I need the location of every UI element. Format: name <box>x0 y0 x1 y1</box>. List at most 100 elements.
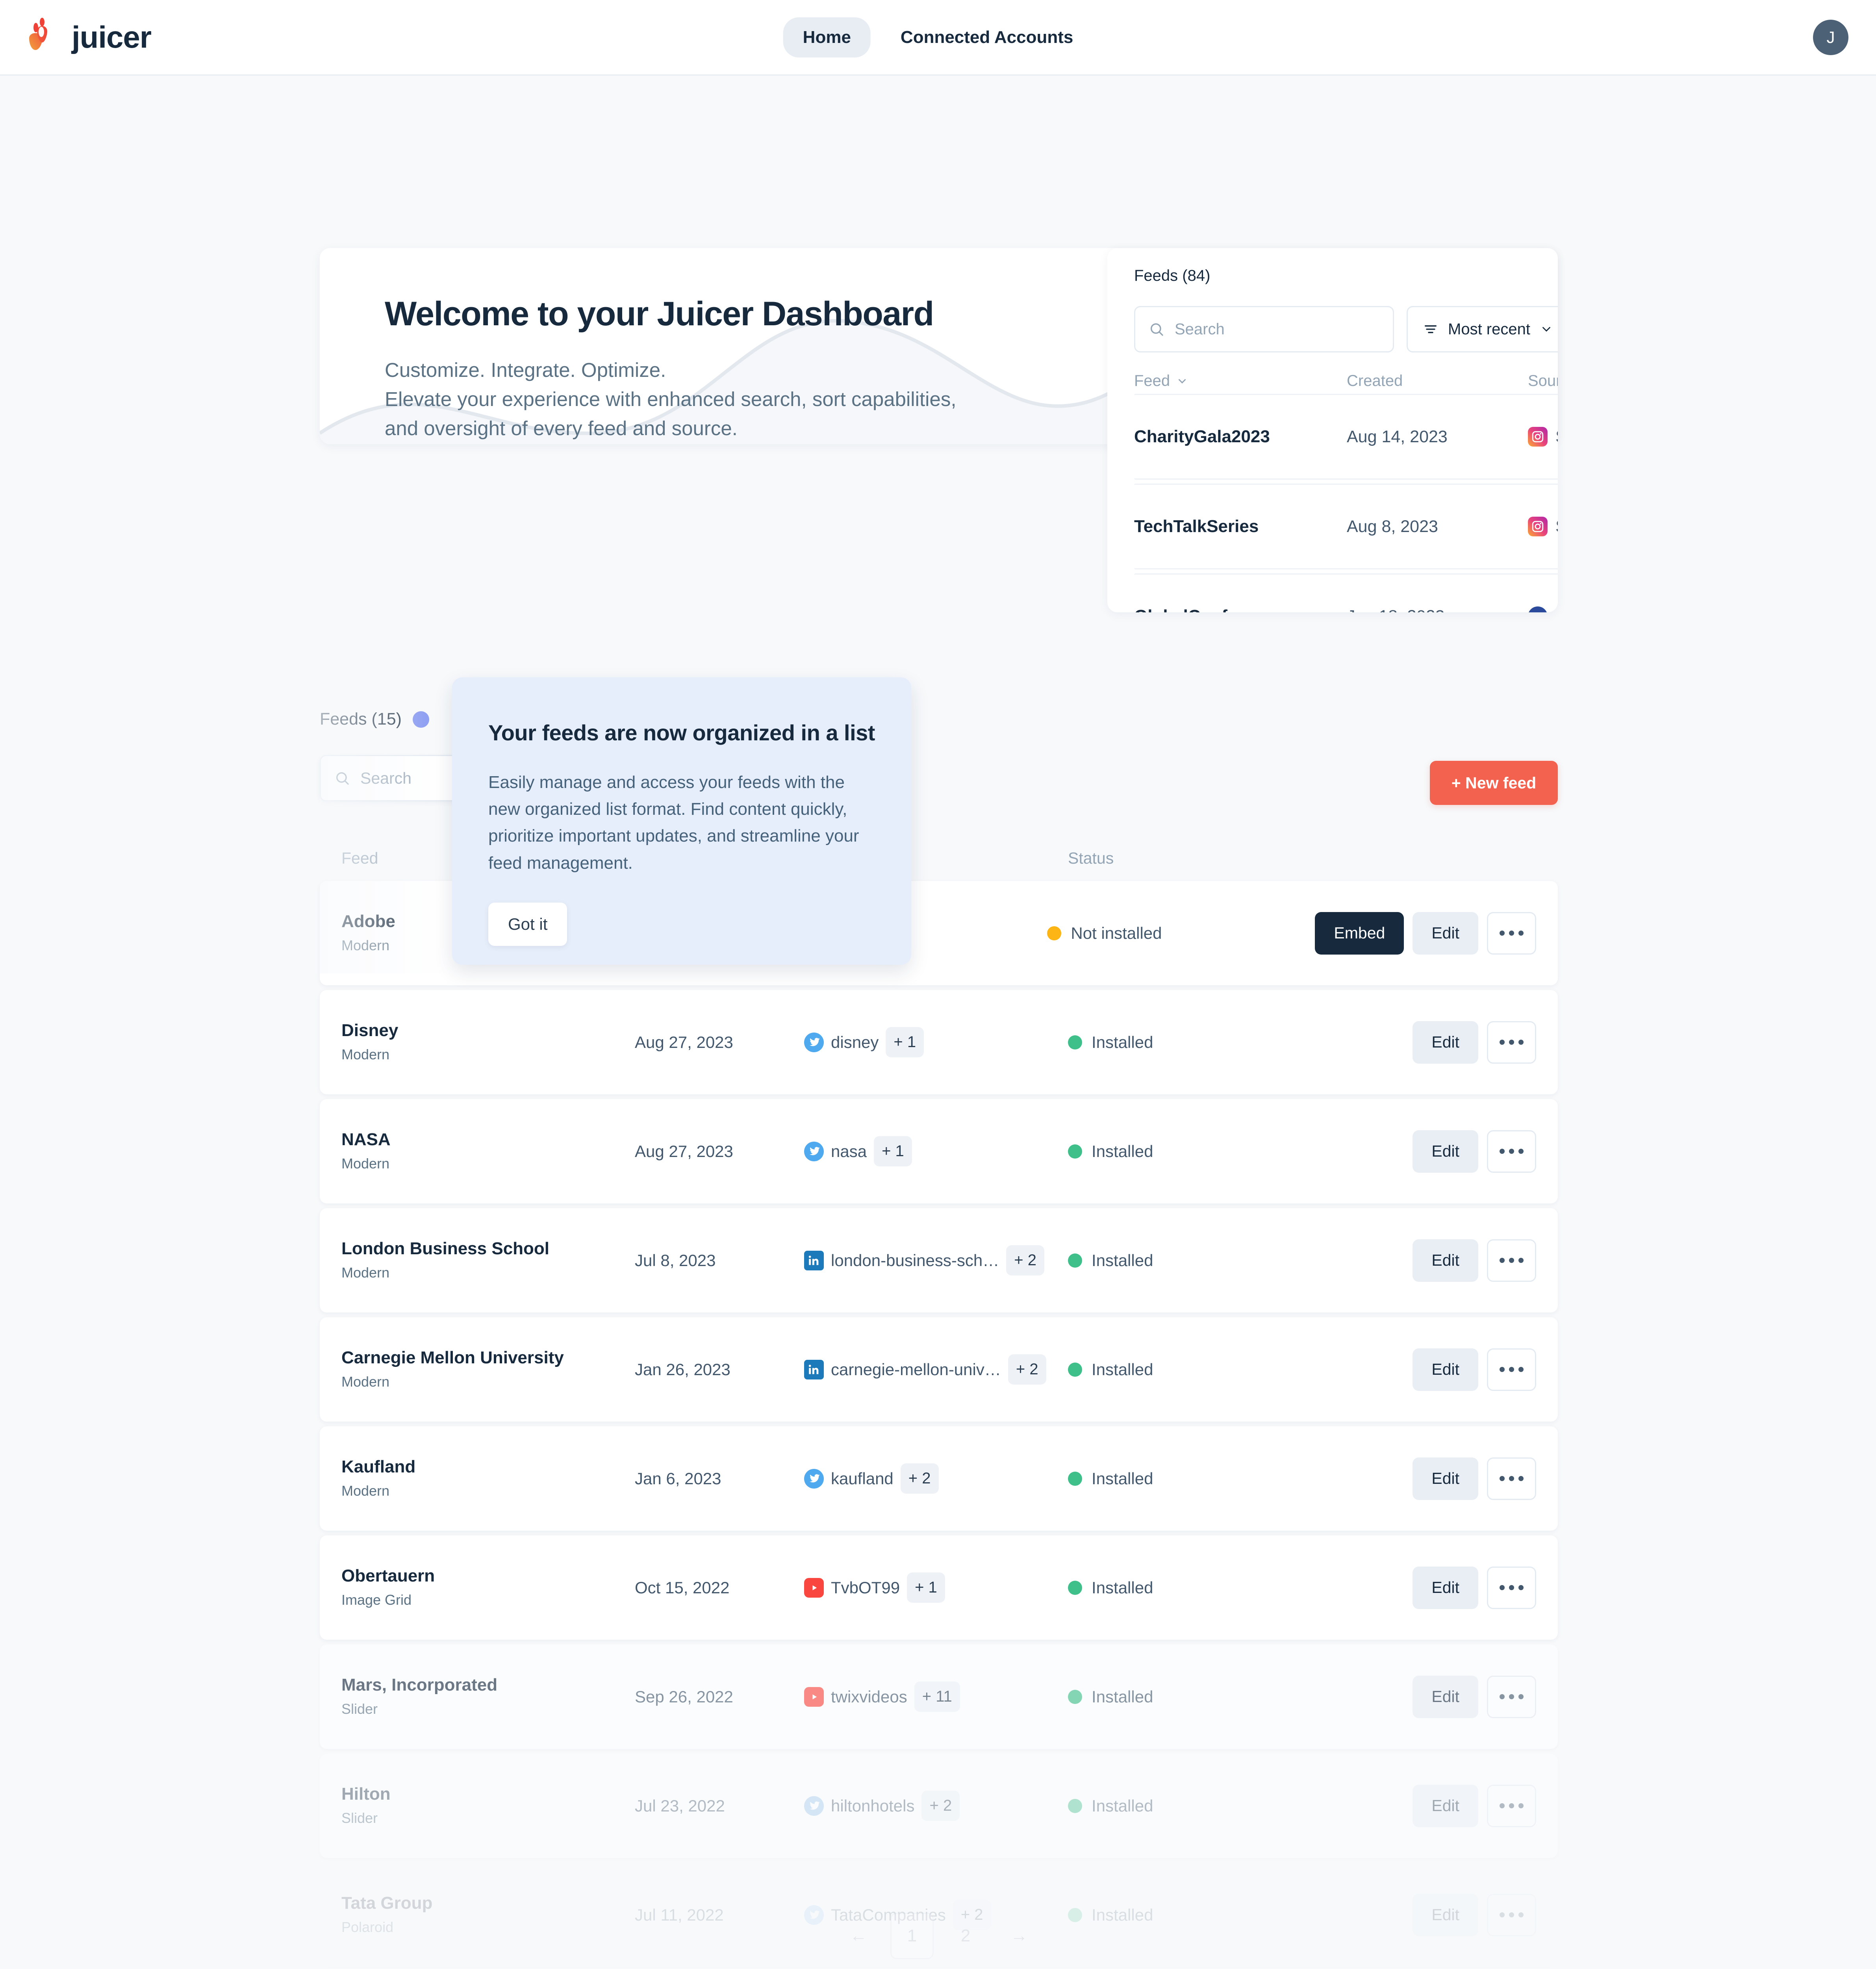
edit-button[interactable]: Edit <box>1413 1675 1478 1718</box>
more-options-button[interactable] <box>1487 1021 1536 1064</box>
pagination-page-2[interactable]: 2 <box>944 1913 987 1959</box>
source-overflow-badge[interactable]: + 2 <box>900 1463 939 1494</box>
pagination-prev-button[interactable]: ← <box>837 1913 880 1959</box>
feeds-preview-table-header: Feed Created Source <box>1134 372 1558 390</box>
nav-item-home[interactable]: Home <box>783 17 871 57</box>
feed-type: Modern <box>341 1155 390 1172</box>
source-overflow-badge[interactable]: + 1 <box>886 1027 924 1057</box>
table-row[interactable]: London Business School Modern Jul 8, 2023 l… <box>320 1208 1558 1313</box>
feeds-preview-row[interactable]: GlobalConferences Jun 18, 2023 S <box>1134 573 1558 612</box>
status-badge: Installed <box>1068 1142 1344 1161</box>
instagram-icon <box>1528 427 1548 447</box>
youtube-icon <box>804 1687 824 1707</box>
status-label: Not installed <box>1071 923 1162 942</box>
source-overflow-badge[interactable]: + 1 <box>874 1136 912 1166</box>
cell-created: Sep 26, 2022 <box>635 1687 733 1706</box>
edit-button[interactable]: Edit <box>1413 1457 1478 1500</box>
feeds-table-body: Adobe Modern Not installed Embed Edit Disney M… <box>320 881 1558 1967</box>
more-options-button[interactable] <box>1487 1457 1536 1500</box>
feeds-preview-row-source-name: S <box>1555 427 1558 447</box>
edit-button[interactable]: Edit <box>1413 1021 1478 1064</box>
feeds-preview-col-feed-label: Feed <box>1134 372 1170 389</box>
feeds-preview-col-feed[interactable]: Feed <box>1134 372 1347 390</box>
feeds-preview-panel: Feeds (84) Search Most recent Feed Creat… <box>1107 248 1558 612</box>
more-options-button[interactable] <box>1487 1348 1536 1391</box>
status-dot-icon <box>1068 1798 1082 1813</box>
more-options-button[interactable] <box>1487 1675 1536 1718</box>
feed-name: Mars, Incorporated <box>341 1675 498 1695</box>
popover-title: Your feeds are now organized in a list <box>488 720 875 745</box>
feeds-preview-row-created: Aug 14, 2023 <box>1347 427 1448 446</box>
chevron-down-icon <box>1542 327 1550 332</box>
edit-button[interactable]: Edit <box>1413 1566 1478 1609</box>
table-row[interactable]: Kaufland Modern Jan 6, 2023 kaufland + 2 Inst… <box>320 1426 1558 1531</box>
status-dot-icon <box>1068 1689 1082 1704</box>
source-overflow-badge[interactable]: + 2 <box>921 1791 960 1821</box>
twitter-icon <box>804 1468 824 1489</box>
embed-button[interactable]: Embed <box>1315 912 1404 955</box>
edit-button[interactable]: Edit <box>1413 1784 1478 1827</box>
cell-status: Not installed <box>1047 924 1315 943</box>
source-overflow-badge[interactable]: + 2 <box>1008 1354 1046 1385</box>
avatar[interactable]: J <box>1813 19 1848 55</box>
source-handle: kaufland <box>831 1469 894 1488</box>
table-row[interactable]: Carnegie Mellon University Modern Jan 26, … <box>320 1317 1558 1422</box>
twitter-icon <box>804 1796 824 1816</box>
cell-actions: Edit <box>1344 1239 1536 1282</box>
table-row[interactable]: Mars, Incorporated Slider Sep 26, 2022 twix… <box>320 1645 1558 1749</box>
status-badge: Installed <box>1068 1469 1344 1488</box>
new-feed-button[interactable]: + New feed <box>1430 761 1558 805</box>
edit-button[interactable]: Edit <box>1413 912 1478 955</box>
cell-status: Installed <box>1068 1142 1344 1161</box>
source-overflow-badge[interactable]: + 11 <box>914 1682 960 1712</box>
edit-button[interactable]: Edit <box>1413 1239 1478 1282</box>
cell-source: nasa + 1 <box>804 1136 1068 1166</box>
more-options-button[interactable] <box>1487 1130 1536 1173</box>
cell-source: kaufland + 2 <box>804 1463 1068 1494</box>
feeds-preview-search-input[interactable]: Search <box>1134 306 1394 352</box>
pagination-page-1[interactable]: 1 <box>890 1913 934 1959</box>
cell-source: twixvideos + 11 <box>804 1682 1068 1712</box>
cell-actions: Edit <box>1344 1457 1536 1500</box>
cell-actions: Embed Edit <box>1315 912 1536 955</box>
table-row[interactable]: Hilton Slider Jul 23, 2022 hiltonhotels + 2 I… <box>320 1754 1558 1858</box>
cell-status: Installed <box>1068 1251 1344 1270</box>
feeds-preview-row-name: GlobalConferences <box>1134 606 1347 612</box>
pagination-next-button[interactable]: → <box>997 1913 1041 1959</box>
edit-button[interactable]: Edit <box>1413 1348 1478 1391</box>
table-row[interactable]: NASA Modern Aug 27, 2023 nasa + 1 Installed Ed… <box>320 1099 1558 1203</box>
status-label: Installed <box>1092 1469 1153 1488</box>
more-options-button[interactable] <box>1487 1239 1536 1282</box>
feed-type: Modern <box>341 1046 390 1062</box>
feeds-preview-sort-dropdown[interactable]: Most recent <box>1407 306 1558 352</box>
status-badge: Installed <box>1068 1251 1344 1270</box>
nav-links: Home Connected Accounts <box>783 17 1093 57</box>
new-feature-dot-icon <box>412 711 429 728</box>
twitter-icon <box>804 1141 824 1161</box>
source-overflow-badge[interactable]: + 2 <box>1006 1245 1044 1276</box>
cell-actions: Edit <box>1344 1130 1536 1173</box>
table-row[interactable]: Obertauern Image Grid Oct 15, 2022 TvbOT99 +… <box>320 1535 1558 1640</box>
popover-body: Easily manage and access your feeds with… <box>488 773 859 873</box>
edit-button[interactable]: Edit <box>1413 1130 1478 1173</box>
cell-status: Installed <box>1068 1797 1344 1815</box>
more-options-button[interactable] <box>1487 1566 1536 1609</box>
feeds-preview-row[interactable]: TechTalkSeries Aug 8, 2023 So <box>1134 484 1558 569</box>
feeds-preview-row-source: So <box>1528 517 1558 536</box>
brand-logo[interactable]: juicer <box>28 17 152 57</box>
brand-name: juicer <box>72 20 152 54</box>
cell-actions: Edit <box>1344 1784 1536 1827</box>
status-label: Installed <box>1092 1142 1153 1161</box>
feed-name: Carnegie Mellon University <box>341 1348 564 1368</box>
status-dot-icon <box>1068 1362 1082 1377</box>
got-it-button[interactable]: Got it <box>488 902 567 946</box>
source-overflow-badge[interactable]: + 1 <box>907 1572 945 1603</box>
table-row[interactable]: Disney Modern Aug 27, 2023 disney + 1 Install… <box>320 990 1558 1094</box>
feeds-preview-row[interactable]: CharityGala2023 Aug 14, 2023 S <box>1134 394 1558 480</box>
more-options-button[interactable] <box>1487 1784 1536 1827</box>
more-options-button[interactable] <box>1487 912 1536 955</box>
status-badge: Installed <box>1068 1687 1344 1706</box>
nav-item-connected-accounts[interactable]: Connected Accounts <box>881 17 1093 57</box>
status-label: Installed <box>1092 1578 1153 1597</box>
cell-created: Jul 8, 2023 <box>635 1251 716 1270</box>
